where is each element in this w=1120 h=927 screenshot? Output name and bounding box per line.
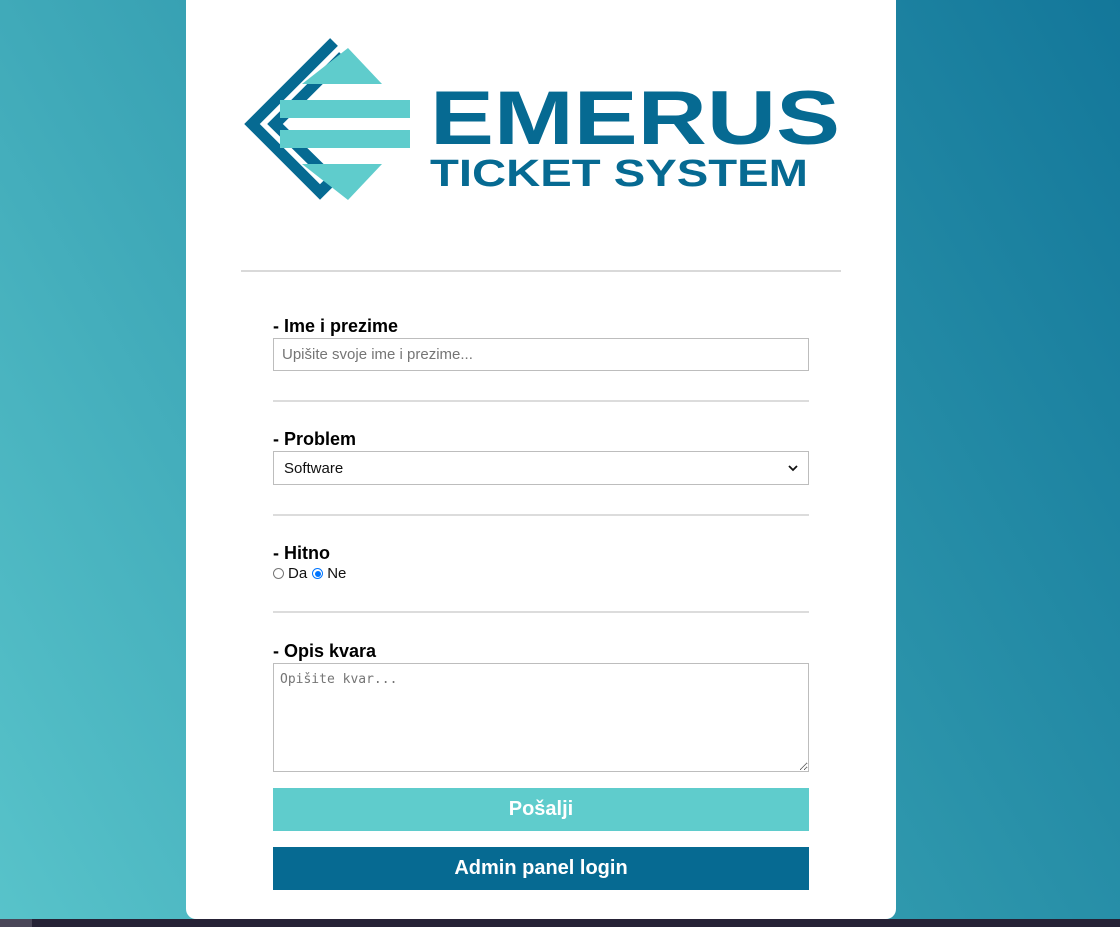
urgent-label: - Hitno xyxy=(273,543,330,563)
urgent-no-radio[interactable] xyxy=(312,568,324,579)
problem-separator xyxy=(273,514,809,516)
brand-text: EMERUS xyxy=(430,76,840,161)
name-label: - Ime i prezime xyxy=(273,316,399,336)
urgent-yes-label: Da xyxy=(288,565,308,582)
taskbar-strip xyxy=(0,919,1120,927)
admin-login-button[interactable]: Admin panel login xyxy=(273,847,809,890)
description-textarea[interactable] xyxy=(273,663,809,772)
logo-divider xyxy=(241,270,841,272)
urgent-separator xyxy=(273,611,809,613)
emerus-diamond-logo-icon: EMERUS TICKET SYSTEM xyxy=(244,38,840,200)
emerus-logo: EMERUS TICKET SYSTEM xyxy=(240,38,844,204)
problem-label: - Problem xyxy=(273,429,357,449)
urgent-no-label: Ne xyxy=(327,565,347,582)
taskbar-chip xyxy=(0,919,32,927)
submit-button[interactable]: Pošalji xyxy=(273,788,809,831)
chevron-down-icon xyxy=(788,465,798,472)
description-label: - Opis kvara xyxy=(273,641,377,661)
tagline-text: TICKET SYSTEM xyxy=(430,153,808,195)
problem-select[interactable]: Software xyxy=(273,451,809,485)
urgent-yes-radio[interactable] xyxy=(273,568,284,579)
urgent-radio-group: Da Ne xyxy=(273,565,351,582)
ticket-form-card: EMERUS TICKET SYSTEM - Ime i prezime - P… xyxy=(186,0,896,919)
problem-selected-value: Software xyxy=(284,459,344,477)
name-input[interactable] xyxy=(273,338,809,371)
name-separator xyxy=(273,400,809,402)
